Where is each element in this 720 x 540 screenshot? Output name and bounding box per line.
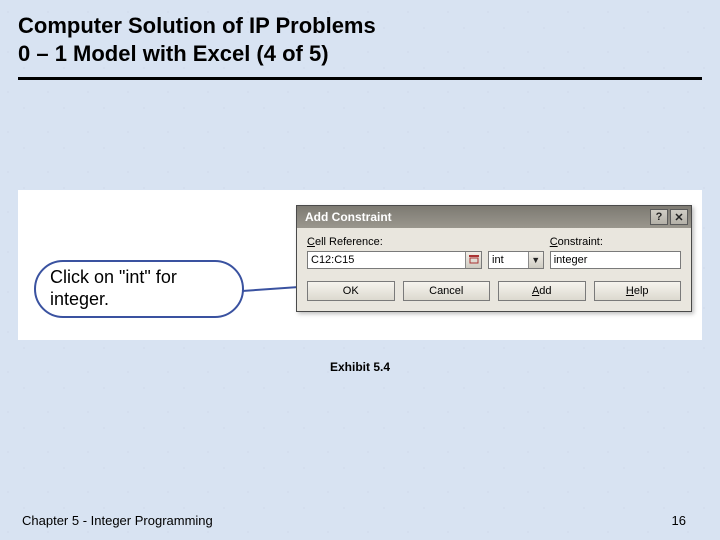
titlebar-close-button[interactable]: ✕ [670,209,688,225]
help-icon: ? [656,211,663,223]
ok-button[interactable]: OK [307,281,395,301]
dialog-titlebar[interactable]: Add Constraint ? ✕ [297,206,691,228]
operator-spacer [488,236,544,248]
exhibit-caption: Exhibit 5.4 [0,360,720,374]
dialog-body: Cell Reference: C12:C15 int ▼ [297,228,691,311]
dialog-title: Add Constraint [305,210,648,224]
constraint-input[interactable]: integer [550,251,681,269]
cell-reference-label: Cell Reference: [307,236,482,248]
range-picker-button[interactable] [465,252,481,268]
slide-title: Computer Solution of IP Problems 0 – 1 M… [0,0,720,75]
figure-area: Click on "int" for integer. Add Constrai… [18,190,702,340]
titlebar-help-button[interactable]: ? [650,209,668,225]
chevron-down-icon: ▼ [528,252,543,268]
cell-reference-input[interactable]: C12:C15 [307,251,482,269]
operator-select[interactable]: int ▼ [488,251,544,269]
constraint-value: integer [551,254,680,266]
dialog-button-row: OK Cancel Add Help [307,281,681,301]
callout-text: Click on "int" for integer. [50,267,228,310]
field-row: Cell Reference: C12:C15 int ▼ [307,236,681,269]
operator-value: int [489,254,528,266]
constraint-label: Constraint: [550,236,681,248]
footer-chapter: Chapter 5 - Integer Programming [22,513,213,528]
range-picker-icon [469,255,479,265]
cancel-button[interactable]: Cancel [403,281,491,301]
add-constraint-dialog: Add Constraint ? ✕ Cell Reference: C12:C… [296,205,692,312]
constraint-field-group: Constraint: integer [550,236,681,269]
help-button[interactable]: Help [594,281,682,301]
title-divider [18,77,702,80]
operator-field-group: int ▼ [488,236,544,269]
callout-bubble: Click on "int" for integer. [34,260,244,318]
close-icon: ✕ [674,211,683,224]
title-line-2: 0 – 1 Model with Excel (4 of 5) [18,40,702,68]
title-line-1: Computer Solution of IP Problems [18,12,702,40]
add-button[interactable]: Add [498,281,586,301]
cell-reference-value: C12:C15 [308,254,465,266]
page-number: 16 [672,513,686,528]
cell-reference-field-group: Cell Reference: C12:C15 [307,236,482,269]
